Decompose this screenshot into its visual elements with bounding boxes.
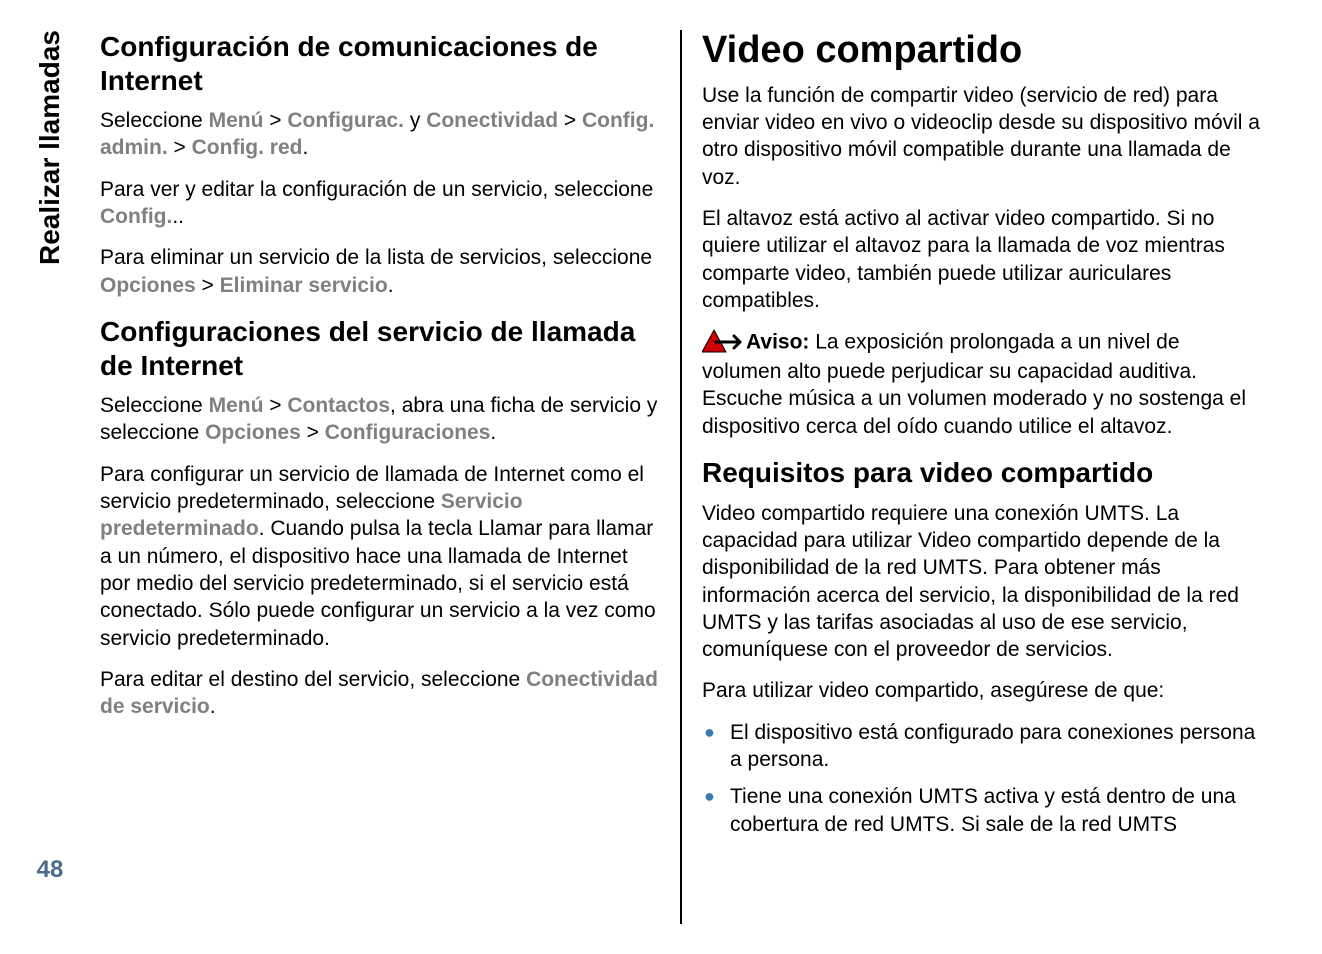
text: Seleccione xyxy=(100,394,209,417)
paragraph-select-contactos: Seleccione Menú > Contactos, abra una fi… xyxy=(100,392,660,447)
paragraph-altavoz: El altavoz está activo al activar video … xyxy=(702,205,1262,314)
right-column: Video compartido Use la función de compa… xyxy=(682,30,1282,924)
warning-label: Aviso: xyxy=(746,331,815,354)
text: Para ver y editar la configuración de un… xyxy=(100,178,653,201)
link-contactos: Contactos xyxy=(287,394,390,417)
paragraph-eliminar-servicio: Para eliminar un servicio de la lista de… xyxy=(100,244,660,299)
link-eliminar-servicio: Eliminar servicio xyxy=(220,274,388,297)
paragraph-requisitos-umts: Video compartido requiere una conexión U… xyxy=(702,500,1262,664)
heading-config-comunicaciones: Configuración de comunicaciones de Inter… xyxy=(100,30,660,97)
link-menu: Menú xyxy=(209,394,264,417)
text: . xyxy=(388,274,394,297)
content-columns: Configuración de comunicaciones de Inter… xyxy=(80,30,1282,924)
text: . xyxy=(210,695,216,718)
heading-requisitos: Requisitos para video compartido xyxy=(702,456,1262,490)
heading-video-compartido: Video compartido xyxy=(702,30,1262,72)
sep: > xyxy=(168,136,192,159)
text: . xyxy=(490,421,496,444)
warning-block: Aviso: La exposición prolongada a un niv… xyxy=(702,328,1262,440)
sep: > xyxy=(558,109,582,132)
requirements-list: El dispositivo está configurado para con… xyxy=(702,719,1262,838)
text: . xyxy=(302,136,308,159)
sep: > xyxy=(301,421,325,444)
paragraph-asegurese: Para utilizar video compartido, asegúres… xyxy=(702,677,1262,704)
text: Para configurar un servicio de llamada d… xyxy=(100,463,644,513)
list-item: El dispositivo está configurado para con… xyxy=(726,719,1262,774)
page-number: 48 xyxy=(37,856,64,884)
manual-page: Realizar llamadas 48 Configuración de co… xyxy=(0,0,1322,954)
paragraph-servicio-predeterminado: Para configurar un servicio de llamada d… xyxy=(100,461,660,652)
paragraph-ver-editar: Para ver y editar la configuración de un… xyxy=(100,176,660,231)
sep: > xyxy=(196,274,220,297)
link-menu: Menú xyxy=(209,109,264,132)
warning-icon xyxy=(702,328,742,358)
text: Para editar el destino del servicio, sel… xyxy=(100,668,526,691)
text: Para eliminar un servicio de la lista de… xyxy=(100,246,652,269)
paragraph-uso-video: Use la función de compartir video (servi… xyxy=(702,82,1262,191)
link-opciones: Opciones xyxy=(100,274,196,297)
sep: > xyxy=(263,109,287,132)
left-column: Configuración de comunicaciones de Inter… xyxy=(80,30,682,924)
paragraph-editar-destino: Para editar el destino del servicio, sel… xyxy=(100,666,660,721)
text: Seleccione xyxy=(100,109,209,132)
link-conectividad: Conectividad xyxy=(426,109,558,132)
sep: > xyxy=(263,394,287,417)
link-configurac: Configurac. xyxy=(287,109,404,132)
link-configuraciones: Configuraciones xyxy=(325,421,491,444)
text: .. xyxy=(172,205,184,228)
link-opciones: Opciones xyxy=(205,421,301,444)
link-config-red: Config. red xyxy=(192,136,303,159)
side-rail: Realizar llamadas 48 xyxy=(20,30,80,924)
paragraph-select-menu-path: Seleccione Menú > Configurac. y Conectiv… xyxy=(100,107,660,162)
section-label: Realizar llamadas xyxy=(34,30,66,265)
list-item: Tiene una conexión UMTS activa y está de… xyxy=(726,783,1262,838)
heading-config-llamada-internet: Configuraciones del servicio de llamada … xyxy=(100,315,660,382)
link-config: Config. xyxy=(100,205,172,228)
text: y xyxy=(404,109,426,132)
